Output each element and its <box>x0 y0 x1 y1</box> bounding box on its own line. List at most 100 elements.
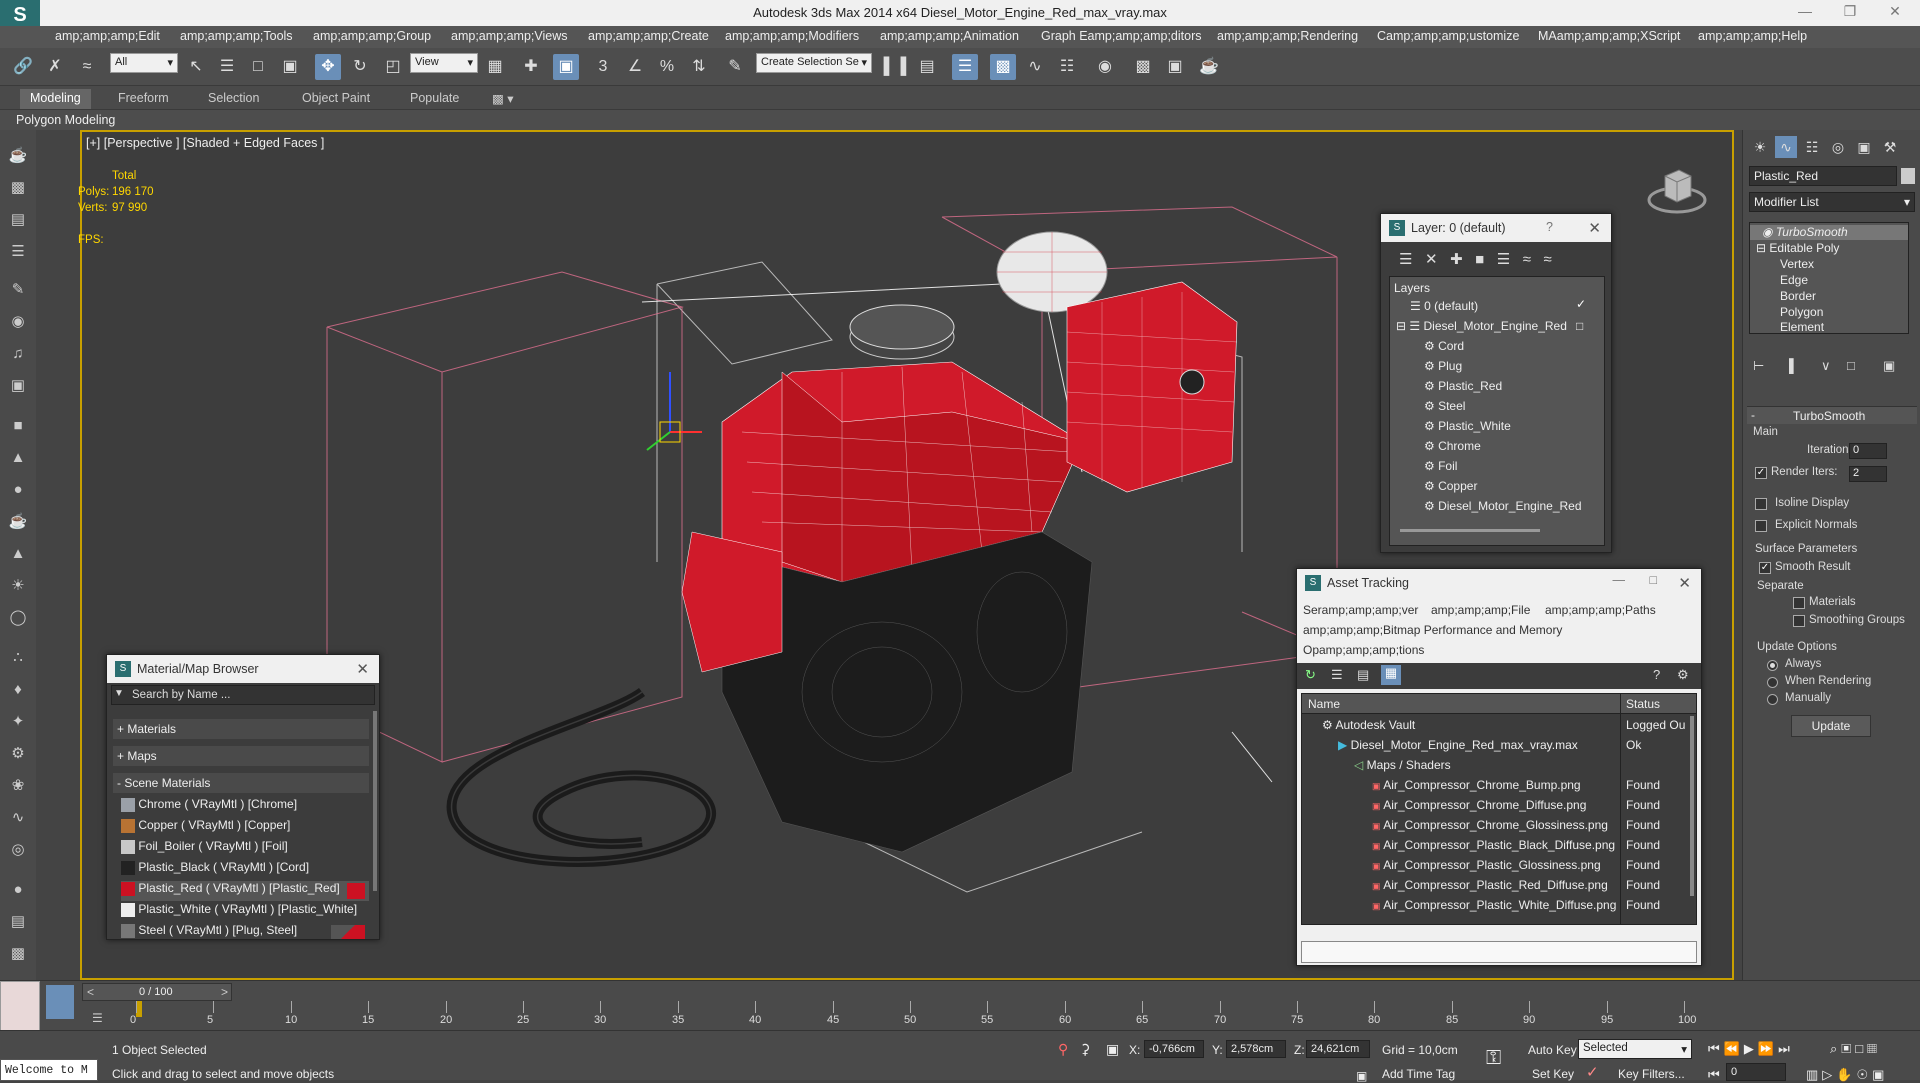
table-row[interactable]: ▣ Air_Compressor_Plastic_Glossiness.png <box>1372 858 1601 872</box>
object-item[interactable]: ⚙ Copper <box>1424 479 1477 493</box>
smoothing-groups-checkbox[interactable] <box>1793 615 1805 627</box>
render-frame-icon[interactable]: ▣ <box>1162 54 1188 80</box>
turbosmooth-rollout-header[interactable]: - TurboSmooth <box>1747 406 1917 424</box>
maxscript-listener-icon[interactable] <box>0 981 40 1031</box>
menu-help[interactable]: amp;amp;amp;Help <box>1698 29 1807 43</box>
ribbon-options-icon[interactable]: ▩ ▾ <box>482 89 524 109</box>
hide-all-icon[interactable]: ≈ <box>1523 251 1531 268</box>
close-icon[interactable]: ✕ <box>1880 3 1910 23</box>
object-item[interactable]: ⚙ Plastic_Red <box>1424 379 1502 393</box>
stack-sub-vertex[interactable]: Vertex <box>1780 257 1814 271</box>
ref-coord-dropdown[interactable]: View ▾ <box>410 53 478 73</box>
create-tab-icon[interactable]: ☀ <box>1749 136 1771 158</box>
key-icon[interactable]: ⚿ <box>1486 1047 1501 1070</box>
new-layer-icon[interactable]: ☰ <box>1399 251 1412 268</box>
current-layer-check-icon[interactable]: ✓ <box>1576 297 1586 311</box>
pin-stack-icon[interactable]: ⊢ <box>1753 358 1764 374</box>
maximize-icon[interactable]: □ <box>1649 573 1657 587</box>
horizontal-scrollbar[interactable] <box>1400 529 1540 532</box>
maxscript-mini-listener[interactable]: Welcome to M <box>0 1059 98 1081</box>
key-mode-toggle-icon[interactable]: ⏮ <box>1708 1067 1720 1083</box>
configure-sets-icon[interactable]: ▣ <box>1883 358 1895 374</box>
material-item[interactable]: Chrome ( VRayMtl ) [Chrome] <box>121 797 369 817</box>
lightbulb-icon[interactable]: ◉ <box>1762 225 1772 239</box>
select-in-layer-icon[interactable]: ■ <box>1475 251 1484 268</box>
make-unique-icon[interactable]: ∨ <box>1821 358 1831 374</box>
layer-toggle-icon[interactable]: □ <box>1576 319 1583 333</box>
hair-icon[interactable]: ∿ <box>6 806 30 830</box>
help-icon[interactable]: ? <box>1653 667 1660 682</box>
help-icon[interactable]: ? <box>1546 220 1553 234</box>
next-frame-icon[interactable]: > <box>221 985 228 999</box>
menu-file[interactable]: amp;amp;amp;File <box>1431 603 1530 617</box>
close-icon[interactable]: ✕ <box>1678 574 1691 592</box>
lock-selection-icon[interactable]: ⚳ <box>1080 1041 1090 1058</box>
teapot-icon[interactable]: ☕ <box>6 144 30 168</box>
teapot-primitive-icon[interactable]: ☕ <box>6 510 30 534</box>
stack-sub-border[interactable]: Border <box>1780 289 1816 303</box>
when-rendering-radio[interactable] <box>1767 677 1778 688</box>
close-icon[interactable]: ✕ <box>356 660 369 678</box>
menu-paths[interactable]: amp;amp;amp;Paths <box>1545 603 1656 617</box>
timeline-ruler[interactable]: 0 5 10 15 20 25 30 35 40 45 50 55 60 65 70 75 80 85 90 95 10… <box>130 1001 1696 1031</box>
absolute-mode-icon[interactable]: ▣ <box>1106 1041 1119 1058</box>
modifier-list-dropdown[interactable]: Modifier List ▾ <box>1749 192 1915 212</box>
menu-tools[interactable]: amp;amp;amp;Tools <box>180 29 293 43</box>
show-end-result-icon[interactable]: ▌ <box>1789 358 1798 373</box>
time-tag-icon[interactable]: ▣ <box>1356 1069 1367 1083</box>
torus-icon[interactable]: ◯ <box>6 606 30 630</box>
material-item[interactable]: Steel ( VRayMtl ) [Plug, Steel] <box>121 923 369 941</box>
viewcube-icon[interactable] <box>1647 162 1707 217</box>
selection-filter-dropdown[interactable]: All ▾ <box>110 53 178 73</box>
object-item[interactable]: ⚙ Cord <box>1424 339 1464 353</box>
layer-item[interactable]: ☰ 0 (default) <box>1410 299 1478 313</box>
pin-icon[interactable]: ⚲ <box>1058 1041 1068 1058</box>
iterations-spinner[interactable]: 0 <box>1849 443 1887 459</box>
object-item[interactable]: ⚙ Chrome <box>1424 439 1481 453</box>
zoom-icon[interactable]: ⌕ <box>1830 1041 1841 1056</box>
add-time-tag[interactable]: Add Time Tag <box>1382 1067 1455 1081</box>
table-row[interactable]: ▣ Air_Compressor_Chrome_Glossiness.png <box>1372 818 1608 832</box>
align-icon[interactable]: ▤ <box>914 54 940 80</box>
edit-named-selection-icon[interactable]: ✎ <box>722 54 748 80</box>
select-by-name-icon[interactable]: ☰ <box>214 54 240 80</box>
current-frame-field[interactable]: 0 <box>1726 1063 1786 1081</box>
x-coordinate-field[interactable]: -0,766cm <box>1144 1040 1204 1058</box>
display-tab-icon[interactable]: ▣ <box>1853 136 1875 158</box>
object-item[interactable]: ⚙ Plastic_White <box>1424 419 1511 433</box>
render-iters-spinner[interactable]: 2 <box>1849 466 1887 482</box>
track-bar-icon[interactable]: ☰ <box>92 1011 110 1027</box>
y-coordinate-field[interactable]: 2,578cm <box>1226 1040 1286 1058</box>
link-icon[interactable]: 🔗 <box>10 54 36 80</box>
table-row[interactable]: ▣ Air_Compressor_Chrome_Bump.png <box>1372 778 1581 792</box>
orb-icon[interactable]: ● <box>6 878 30 902</box>
maps-section[interactable]: + Maps <box>113 746 369 766</box>
angle-snap-icon[interactable]: ∠ <box>622 54 648 80</box>
spinner-snap-icon[interactable]: ⇅ <box>686 54 712 80</box>
object-color-swatch[interactable] <box>1901 168 1915 184</box>
rect-selection-icon[interactable]: □ <box>245 54 271 80</box>
asset-path-field[interactable] <box>1301 941 1697 963</box>
select-manipulate-icon[interactable]: ✚ <box>518 54 544 80</box>
table-view-icon[interactable]: ▦ <box>1381 665 1401 685</box>
sun-icon[interactable]: ☀ <box>6 574 30 598</box>
explicit-normals-checkbox[interactable] <box>1755 520 1767 532</box>
named-selection-set-field[interactable]: Create Selection Se ▾ <box>756 53 872 73</box>
refresh-icon[interactable]: ↻ <box>1305 667 1316 683</box>
manually-radio[interactable] <box>1767 694 1778 705</box>
plant-icon[interactable]: ❀ <box>6 774 30 798</box>
bind-spacewarp-icon[interactable]: ≈ <box>74 54 100 80</box>
ribbon-polygon-modeling[interactable]: Polygon Modeling <box>16 113 115 127</box>
sound-icon[interactable]: ♫ <box>6 342 30 366</box>
remove-modifier-icon[interactable]: □ <box>1847 358 1855 373</box>
document-icon[interactable]: ▤ <box>6 208 30 232</box>
menu-modifiers[interactable]: amp;amp;amp;Modifiers <box>725 29 859 43</box>
key-selection-dropdown[interactable]: Selected ▾ <box>1578 1039 1692 1059</box>
table-row[interactable]: ▣ Air_Compressor_Plastic_Black_Diffuse.p… <box>1372 838 1615 852</box>
prev-frame-icon[interactable]: < <box>87 985 94 999</box>
smooth-result-checkbox[interactable]: ✓ <box>1759 562 1771 574</box>
key-filters-button[interactable]: Key Filters... <box>1618 1067 1685 1081</box>
always-radio[interactable] <box>1767 660 1778 671</box>
table-row[interactable]: ▶ Diesel_Motor_Engine_Red_max_vray.max <box>1338 738 1578 752</box>
curve-editor-icon[interactable]: ∿ <box>1022 54 1048 80</box>
